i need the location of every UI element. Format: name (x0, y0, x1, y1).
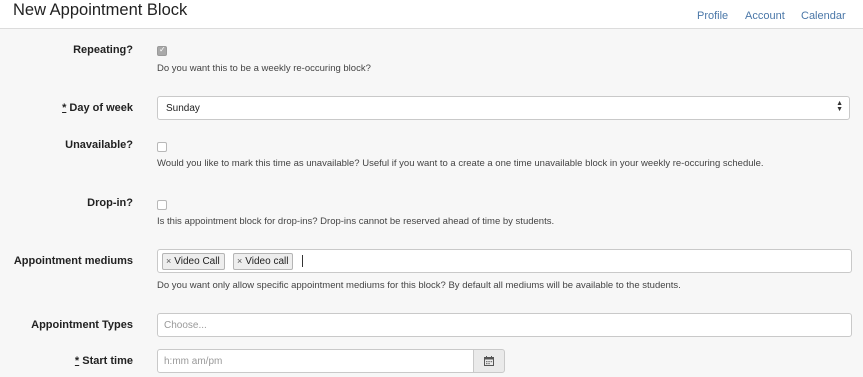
start-time-label: * Start time (75, 355, 133, 367)
start-time-input[interactable]: h:mm am/pm (157, 349, 474, 373)
up-down-arrows-icon: ▲ ▼ (836, 100, 843, 113)
drop-in-checkbox[interactable] (157, 200, 167, 210)
start-time-placeholder: h:mm am/pm (164, 356, 223, 367)
nav-profile-link[interactable]: Profile (697, 10, 728, 22)
required-marker: * (74, 355, 80, 367)
drop-in-help-text: Is this appointment block for drop-ins? … (157, 216, 555, 227)
check-icon: ✓ (159, 45, 166, 54)
repeating-checkbox[interactable]: ✓ (157, 45, 167, 56)
day-of-week-select[interactable]: Sunday ▲ ▼ (157, 96, 850, 120)
unavailable-label: Unavailable? (65, 139, 133, 151)
nav-calendar-link[interactable]: Calendar (801, 10, 846, 22)
calendar-icon (484, 356, 494, 366)
medium-tag: × Video Call (162, 253, 225, 270)
appointment-mediums-input[interactable]: × Video Call × Video call (157, 249, 852, 273)
unavailable-checkbox[interactable] (157, 142, 167, 152)
start-time-label-text: Start time (82, 355, 133, 367)
appointment-types-placeholder: Choose... (164, 320, 207, 331)
appointment-mediums-label: Appointment mediums (13, 255, 133, 267)
day-of-week-label: * Day of week (62, 102, 133, 114)
appointment-types-label: Appointment Types (31, 319, 133, 331)
page-title: New Appointment Block (13, 1, 188, 19)
text-cursor (302, 255, 303, 267)
close-icon[interactable]: × (166, 256, 171, 266)
medium-tag: × Video call (233, 253, 294, 270)
drop-in-label: Drop-in? (87, 197, 133, 209)
day-of-week-label-text: Day of week (69, 102, 133, 114)
close-icon[interactable]: × (237, 256, 242, 266)
appointment-types-input[interactable]: Choose... (157, 313, 852, 337)
nav-account-link[interactable]: Account (745, 10, 785, 22)
unavailable-help-text: Would you like to mark this time as unav… (157, 158, 764, 169)
repeating-label: Repeating? (73, 44, 133, 56)
calendar-button[interactable] (473, 349, 505, 373)
repeating-help-text: Do you want this to be a weekly re-occur… (157, 63, 371, 74)
medium-tag-label: Video call (245, 256, 289, 267)
appointment-mediums-help-text: Do you want only allow specific appointm… (157, 280, 681, 291)
required-marker: * (62, 102, 67, 114)
page-header: New Appointment Block Profile Account Ca… (0, 0, 863, 29)
day-of-week-value: Sunday (166, 103, 200, 114)
medium-tag-label: Video Call (174, 256, 220, 267)
